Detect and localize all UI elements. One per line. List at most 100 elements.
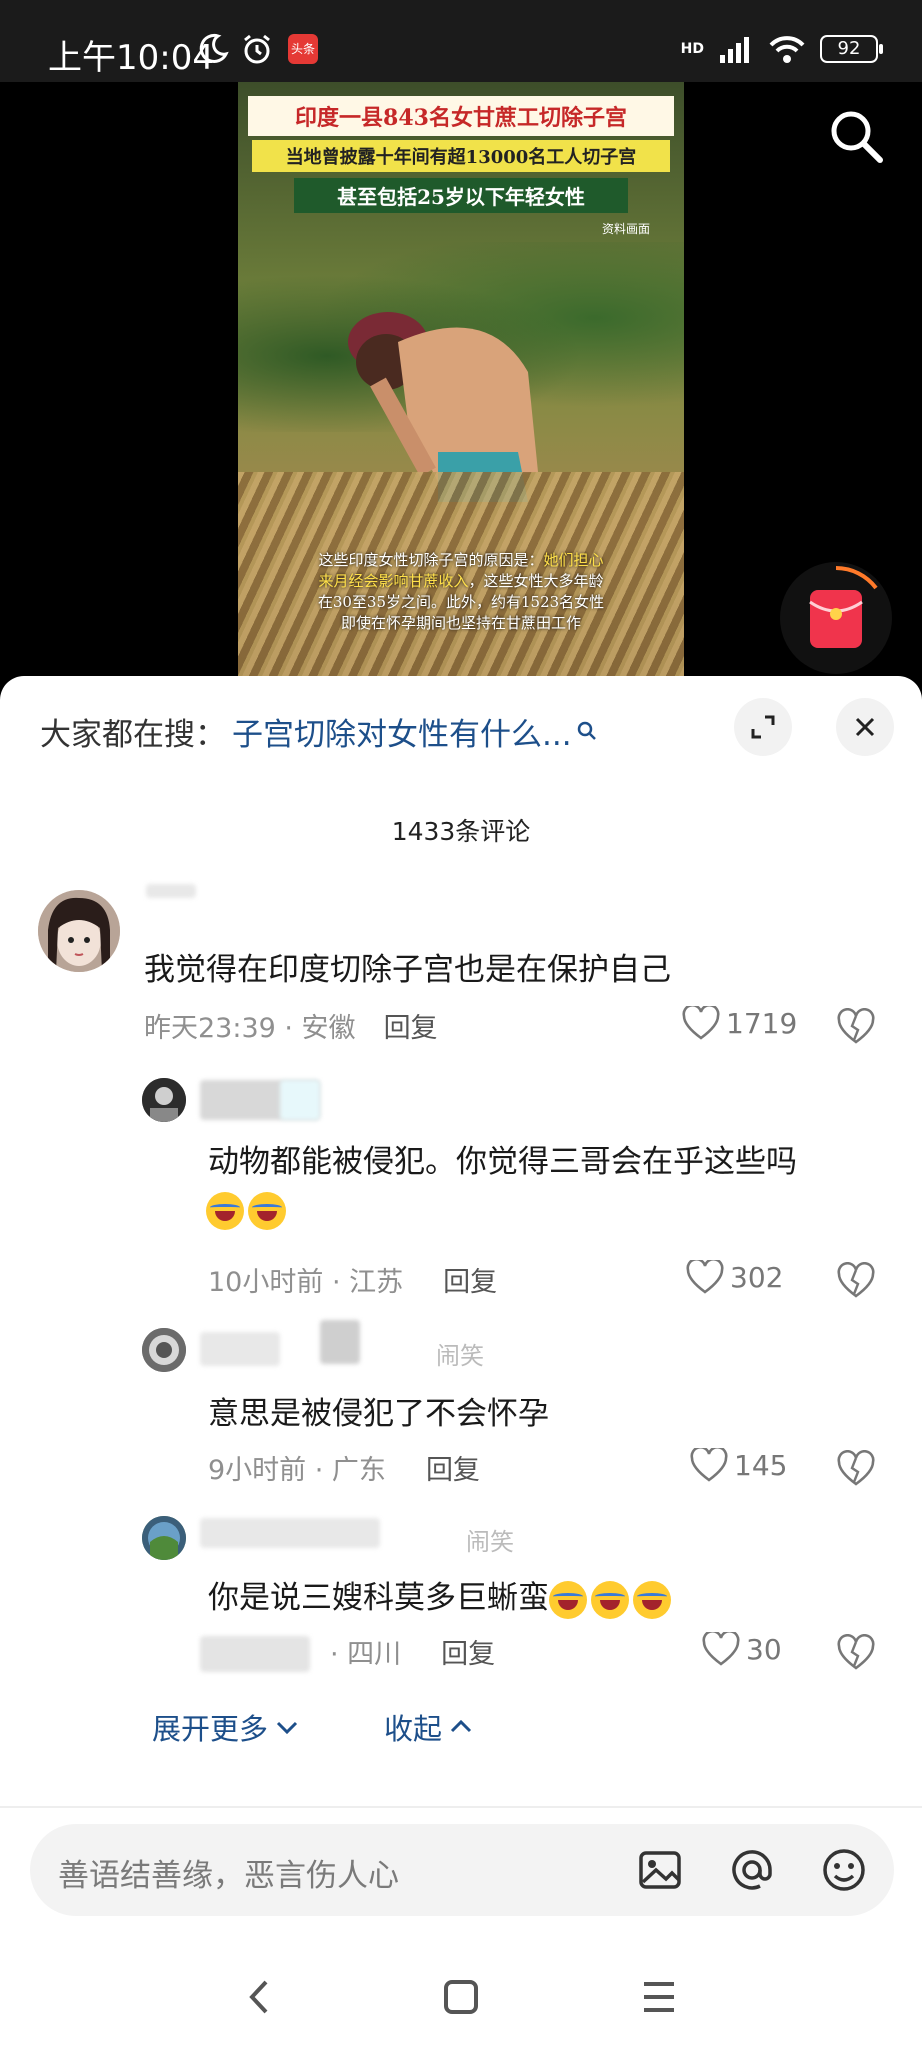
- emoji-icon[interactable]: [820, 1846, 868, 1894]
- battery-indicator: 92: [820, 35, 883, 63]
- like-button[interactable]: 302: [686, 1260, 783, 1294]
- comment-time-location: 昨天23:39 · 安徽: [144, 1013, 356, 1044]
- like-count: 30: [746, 1632, 782, 1666]
- close-button[interactable]: [836, 698, 894, 756]
- moon-icon: [199, 33, 229, 63]
- tag-label: 闹笑: [466, 1528, 514, 1556]
- avatar[interactable]: [142, 1078, 186, 1122]
- avatar-image: [38, 890, 120, 972]
- search-icon[interactable]: [576, 720, 598, 742]
- reply-button[interactable]: 回复: [441, 1639, 495, 1670]
- video-area[interactable]: 印度一县843名女甘蔗工切除子宫 当地曾披露十年间有超13000名工人切子宫 甚…: [0, 82, 922, 682]
- comment-count: 1433条评论: [391, 817, 531, 846]
- blurred-time: [200, 1636, 310, 1672]
- avatar-image: [142, 1078, 186, 1122]
- comment-text: 意思是被侵犯了不会怀孕: [208, 1396, 549, 1432]
- heart-icon: [702, 1632, 740, 1666]
- comment-text: 我觉得在印度切除子宫也是在保护自己: [144, 952, 671, 988]
- video-subtitle-overlay-2: 甚至包括25岁以下年轻女性: [294, 178, 628, 213]
- avatar[interactable]: [38, 890, 120, 972]
- broken-heart-icon[interactable]: [836, 1008, 876, 1046]
- video-caption: 这些印度女性切除子宫的原因是：她们担心 来月经会影响甘蔗收入，这些女性大多年龄 …: [268, 550, 654, 634]
- heart-icon: [682, 1006, 720, 1040]
- comment-time-location: · 四川: [330, 1639, 402, 1670]
- search-icon[interactable]: [826, 106, 886, 166]
- mention-icon[interactable]: [728, 1846, 776, 1894]
- laugh-cry-emoji: [206, 1192, 244, 1230]
- caption-text: 在30至35岁之间。此外，约有1523名女性: [317, 593, 605, 611]
- comment-text: 你是说三嫂科莫多巨蜥蛮: [208, 1572, 675, 1619]
- heart-icon: [686, 1260, 724, 1294]
- signal-icon: [720, 37, 749, 63]
- trending-search-label: 大家都在搜：: [40, 716, 226, 753]
- alarm-icon: [244, 34, 270, 64]
- broken-heart-icon[interactable]: [836, 1634, 876, 1672]
- broken-heart-icon[interactable]: [836, 1262, 876, 1300]
- video-figure-woman: [348, 312, 538, 502]
- trending-search-query[interactable]: 子宫切除对女性有什么...: [232, 709, 572, 754]
- comment-input[interactable]: 善语结善缘，恶言伤人心: [30, 1824, 894, 1916]
- comment-meta: 9小时前 · 广东 回复: [208, 1448, 480, 1487]
- video-player[interactable]: 印度一县843名女甘蔗工切除子宫 当地曾披露十年间有超13000名工人切子宫 甚…: [238, 82, 684, 682]
- caption-text: 这些印度女性切除子宫的原因是：: [318, 551, 544, 569]
- tag-label: 闹笑: [436, 1342, 484, 1370]
- chevron-down-icon: [276, 1721, 298, 1735]
- caption-highlight: 来月经会影响甘蔗收入: [318, 572, 469, 590]
- reply-button[interactable]: 回复: [426, 1455, 480, 1486]
- caption-text: ，这些女性大多年龄: [468, 572, 604, 590]
- close-icon: [855, 717, 875, 737]
- username-extra: [280, 1080, 320, 1120]
- back-icon[interactable]: [238, 1974, 284, 2020]
- status-bar: 上午10:04 头条 HD 92: [0, 0, 922, 82]
- broken-heart-icon[interactable]: [836, 1450, 876, 1488]
- comment-time-location: 10小时前 · 江苏: [208, 1267, 404, 1298]
- avatar[interactable]: [142, 1328, 186, 1372]
- menu-icon[interactable]: [636, 1974, 682, 2020]
- video-subtitle-overlay-1: 当地曾披露十年间有超13000名工人切子宫: [252, 140, 670, 172]
- trending-search-row[interactable]: 大家都在搜： 子宫切除对女性有什么...: [40, 706, 598, 756]
- avatar-image: [142, 1328, 186, 1372]
- laugh-cry-emoji: [591, 1580, 629, 1619]
- divider: [0, 1806, 922, 1808]
- like-count: 145: [734, 1448, 788, 1482]
- collapse-label: 收起: [384, 1712, 443, 1746]
- laugh-cry-emoji: [248, 1192, 286, 1230]
- red-packet-icon: [809, 566, 878, 648]
- reply-button[interactable]: 回复: [443, 1267, 497, 1298]
- status-time: 上午10:04: [48, 38, 214, 78]
- laugh-cry-emoji: [549, 1580, 587, 1619]
- expand-icon: [751, 715, 775, 739]
- expand-more-button[interactable]: 展开更多: [152, 1706, 300, 1748]
- system-nav-bar: [0, 1944, 922, 2048]
- caption-text: 即使在怀孕期间也坚持在甘蔗田工作: [340, 614, 581, 632]
- username[interactable]: [146, 884, 196, 898]
- red-packet-button[interactable]: [780, 562, 892, 674]
- like-button[interactable]: 30: [702, 1632, 782, 1666]
- reply-button[interactable]: 回复: [384, 1013, 438, 1044]
- comment-time-location: 9小时前 · 广东: [208, 1455, 386, 1486]
- like-button[interactable]: 1719: [682, 1006, 797, 1040]
- avatar-image: [142, 1516, 186, 1560]
- status-right-icons: HD 92: [680, 34, 883, 64]
- username[interactable]: [200, 1518, 380, 1548]
- image-icon[interactable]: [636, 1846, 684, 1894]
- video-source-label: 资料画面: [601, 222, 650, 236]
- like-count: 1719: [726, 1006, 798, 1040]
- toutiao-app-icon: 头条: [288, 34, 318, 64]
- like-button[interactable]: 145: [690, 1448, 787, 1482]
- comment-text: 动物都能被侵犯。你觉得三哥会在乎这些吗: [208, 1144, 797, 1180]
- comment-input-placeholder: 善语结善缘，恶言伤人心: [58, 1858, 399, 1894]
- hd-label: HD: [680, 41, 704, 57]
- expand-sheet-button[interactable]: [734, 698, 792, 756]
- username-extra: [320, 1320, 360, 1364]
- chevron-up-icon: [450, 1719, 472, 1733]
- username[interactable]: [200, 1332, 280, 1366]
- like-count: 302: [730, 1260, 784, 1294]
- heart-icon: [690, 1448, 728, 1482]
- caption-highlight: 她们担心: [543, 551, 604, 569]
- expand-more-label: 展开更多: [152, 1712, 269, 1746]
- home-icon[interactable]: [438, 1974, 484, 2020]
- collapse-button[interactable]: 收起: [384, 1706, 474, 1748]
- avatar[interactable]: [142, 1516, 186, 1560]
- comment-meta: · 四川 回复: [330, 1632, 495, 1671]
